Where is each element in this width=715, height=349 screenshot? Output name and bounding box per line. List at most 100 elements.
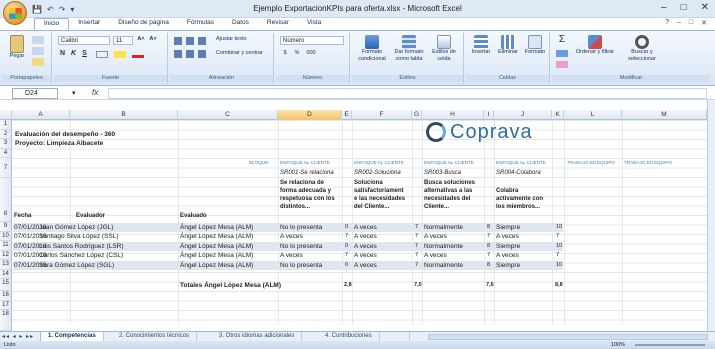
tab-vista[interactable]: Vista xyxy=(298,18,330,30)
row-header[interactable]: 16 xyxy=(0,291,12,301)
cell-score-text[interactable]: Normalmente xyxy=(424,261,463,270)
cell-score-text[interactable]: Siempre xyxy=(496,223,520,232)
cell-score-text[interactable]: A veces xyxy=(354,232,377,241)
cell-score-value[interactable]: 7 xyxy=(487,232,490,241)
column-header[interactable]: L xyxy=(564,110,622,120)
font-color-icon[interactable] xyxy=(132,51,144,58)
cell-score-value[interactable]: 7 xyxy=(415,232,418,241)
cell-score-text[interactable]: A veces xyxy=(280,251,303,260)
conditional-format-button[interactable]: Formato condicional xyxy=(354,35,390,63)
column-header[interactable]: B xyxy=(70,110,178,120)
merge-center-button[interactable]: Combinar y centrar xyxy=(216,50,274,57)
cell-score-text[interactable]: A veces xyxy=(354,261,377,270)
grow-font-button[interactable]: A˄ xyxy=(136,36,146,43)
tab-formulas[interactable]: Fórmulas xyxy=(178,18,223,30)
row-header[interactable]: 8 xyxy=(0,178,12,222)
fill-color-icon[interactable] xyxy=(114,51,126,58)
tab-revisar[interactable]: Revisar xyxy=(258,18,298,30)
cell-score-value[interactable]: 7 xyxy=(415,242,418,251)
font-name-select[interactable]: Calibri xyxy=(58,36,110,45)
tab-insertar[interactable]: Insertar xyxy=(69,18,109,30)
cell-score-text[interactable]: A veces xyxy=(496,251,519,260)
cell-score-value[interactable]: 7 xyxy=(415,261,418,270)
cell-evaluado[interactable]: Ángel López Mesa (ALM) xyxy=(180,232,253,241)
cell-score-text[interactable]: No lo presenta xyxy=(280,242,322,251)
row-header[interactable]: 2 xyxy=(0,129,12,139)
cell-score-text[interactable]: No lo presenta xyxy=(280,261,322,270)
cell-score-value[interactable]: 10 xyxy=(556,242,562,251)
row-header[interactable]: 9 xyxy=(0,222,12,232)
underline-button[interactable]: S xyxy=(80,50,89,57)
percent-button[interactable]: % xyxy=(292,50,302,57)
format-cells-button[interactable]: Formato xyxy=(522,35,548,56)
clear-icon[interactable] xyxy=(556,61,568,68)
column-header[interactable]: M xyxy=(622,110,707,120)
column-header[interactable]: K xyxy=(552,110,564,120)
row-header[interactable]: 3 xyxy=(0,139,12,149)
name-box[interactable]: D24 xyxy=(12,88,58,99)
cell-evaluador[interactable]: Juan Gómez López (JGL) xyxy=(39,223,113,232)
row-header[interactable]: 12 xyxy=(0,250,12,260)
cell-score-text[interactable]: A veces xyxy=(354,242,377,251)
number-format-select[interactable]: Número xyxy=(280,36,344,45)
cell-score-text[interactable]: Normalmente xyxy=(424,223,463,232)
cell-score-value[interactable]: 0 xyxy=(345,261,348,270)
row-header[interactable]: 7 xyxy=(0,158,12,178)
cut-icon[interactable] xyxy=(32,36,44,44)
align-icons[interactable] xyxy=(174,37,208,45)
sheet-nav-icons[interactable]: ◂◂ ◂ ▸ ▸▸ xyxy=(2,333,34,340)
column-header[interactable]: I xyxy=(484,110,494,120)
format-table-button[interactable]: Dar formato como tabla xyxy=(392,35,426,63)
name-box-dropdown-icon[interactable]: ▾ xyxy=(72,89,76,97)
cell-score-text[interactable]: Siempre xyxy=(496,242,520,251)
cell-styles-button[interactable]: Estilos de celda xyxy=(428,35,460,63)
row-header[interactable]: 4 xyxy=(0,148,12,158)
cell-evaluado[interactable]: Ángel López Mesa (ALM) xyxy=(180,242,253,251)
autosum-icon[interactable]: Σ xyxy=(556,35,568,45)
cell-evaluador[interactable]: Santiago Silva López (SSL) xyxy=(39,232,119,241)
vertical-scrollbar[interactable] xyxy=(707,100,715,331)
cell-score-text[interactable]: A veces xyxy=(424,251,447,260)
help-icon[interactable]: ? xyxy=(665,19,669,27)
row-header[interactable]: 15 xyxy=(0,279,12,291)
zoom-slider[interactable] xyxy=(635,344,705,346)
workbook-restore-button[interactable]: □ xyxy=(689,19,693,27)
cell-score-text[interactable]: No lo presenta xyxy=(280,223,322,232)
office-button[interactable] xyxy=(3,1,27,25)
insert-function-icon[interactable]: fx xyxy=(92,88,98,97)
row-header[interactable]: 18 xyxy=(0,310,12,331)
cell-score-value[interactable]: 10 xyxy=(556,223,562,232)
cell-score-value[interactable]: 7 xyxy=(415,223,418,232)
cell-evaluado[interactable]: Ángel López Mesa (ALM) xyxy=(180,251,253,260)
cell-score-value[interactable]: 0 xyxy=(345,242,348,251)
indent-icons[interactable] xyxy=(174,50,208,58)
column-header[interactable]: D xyxy=(278,110,342,120)
minimize-button[interactable]: – xyxy=(661,2,667,13)
cell-score-value[interactable]: 8 xyxy=(487,242,490,251)
column-header[interactable]: C xyxy=(178,110,278,120)
currency-button[interactable]: $ xyxy=(280,50,290,57)
copy-icon[interactable] xyxy=(32,47,44,55)
sort-filter-button[interactable]: Ordenar y filtrar xyxy=(574,35,616,56)
maximize-button[interactable]: □ xyxy=(681,2,687,13)
cell-score-text[interactable]: Normalmente xyxy=(424,242,463,251)
cell-score-value[interactable]: 10 xyxy=(556,261,562,270)
cell-score-text[interactable]: A veces xyxy=(354,223,377,232)
row-header[interactable]: 11 xyxy=(0,241,12,251)
row-header[interactable]: 10 xyxy=(0,231,12,241)
tab-datos[interactable]: Datos xyxy=(223,18,258,30)
horizontal-scrollbar[interactable] xyxy=(428,334,708,340)
workbook-minimize-button[interactable]: – xyxy=(677,19,681,27)
column-header[interactable]: E xyxy=(342,110,352,120)
borders-icon[interactable] xyxy=(96,51,108,58)
zoom-level[interactable]: 100% xyxy=(611,341,625,349)
cell-score-value[interactable]: 0 xyxy=(345,223,348,232)
workbook-close-button[interactable]: ✕ xyxy=(701,19,707,27)
cell-score-text[interactable]: A veces xyxy=(424,232,447,241)
italic-button[interactable]: K xyxy=(69,50,78,57)
font-size-select[interactable]: 11 xyxy=(113,36,133,45)
cell-score-value[interactable]: 7 xyxy=(487,251,490,260)
cell-evaluador[interactable]: Carlos Sánchez López (CSL) xyxy=(39,251,123,260)
tab-inicio[interactable]: Inicio xyxy=(34,18,70,30)
fill-icon[interactable] xyxy=(556,50,568,57)
